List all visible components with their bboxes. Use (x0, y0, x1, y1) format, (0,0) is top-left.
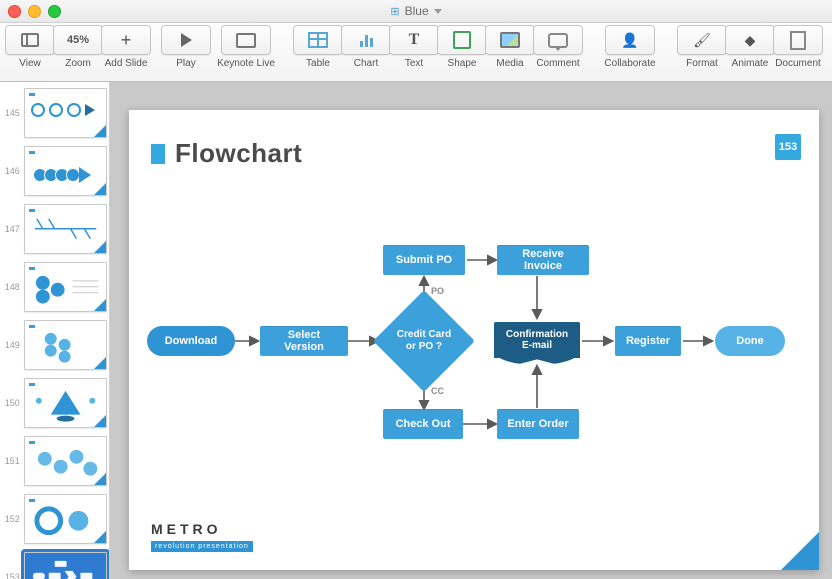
slide-thumb[interactable]: 148 (2, 262, 107, 312)
slide-thumb[interactable]: 150 (2, 378, 107, 428)
slide-thumb[interactable]: 146 (2, 146, 107, 196)
slide-thumb[interactable]: 151 (2, 436, 107, 486)
window-titlebar: ⊞ Blue (0, 0, 832, 23)
node-done[interactable]: Done (715, 326, 785, 356)
slide-thumb[interactable]: 145 (2, 88, 107, 138)
format-inspector-button[interactable]: 🖌 Format (678, 25, 726, 69)
animate-icon: ◆ (745, 32, 756, 49)
table-icon (308, 32, 328, 48)
insert-text-button[interactable]: T Text (390, 25, 438, 69)
brand-footer: METRO revolution presentation (151, 521, 253, 552)
decision-label-cc: CC (431, 386, 444, 396)
toolbar: View 45% Zoom + Add Slide Play Keynote L… (0, 23, 832, 82)
node-submit-po[interactable]: Submit PO (383, 245, 465, 275)
slide[interactable]: Flowchart 153 (129, 110, 819, 570)
chevron-down-icon (434, 9, 442, 14)
node-decision[interactable]: Credit Card or PO ? (388, 305, 460, 377)
node-check-out[interactable]: Check Out (383, 409, 463, 439)
plus-icon: + (121, 31, 132, 49)
format-icon: 🖌 (693, 32, 711, 49)
collaborate-icon: 👤 (621, 32, 638, 49)
view-icon (21, 33, 39, 47)
insert-table-button[interactable]: Table (294, 25, 342, 69)
broadcast-icon (236, 33, 256, 48)
chart-icon (360, 33, 373, 47)
comment-icon (548, 33, 568, 48)
decision-label-po: PO (431, 286, 444, 296)
insert-shape-button[interactable]: Shape (438, 25, 486, 69)
slide-canvas-area[interactable]: Flowchart 153 (110, 82, 832, 579)
slide-navigator[interactable]: 145 146 147 148 149 150 (0, 82, 110, 579)
brand-name: METRO (151, 521, 253, 537)
text-icon: T (409, 31, 420, 49)
shape-icon (453, 31, 471, 49)
slide-thumb[interactable]: 147 (2, 204, 107, 254)
slide-thumb[interactable]: 152 (2, 494, 107, 544)
node-receive-invoice[interactable]: Receive Invoice (497, 245, 589, 275)
slide-thumb[interactable]: 149 (2, 320, 107, 370)
zoom-value: 45% (67, 34, 89, 46)
slide-corner-accent (781, 532, 819, 570)
play-button[interactable]: Play (162, 25, 210, 69)
document-title[interactable]: ⊞ Blue (0, 4, 832, 18)
animate-inspector-button[interactable]: ◆ Animate (726, 25, 774, 69)
keynote-live-button[interactable]: Keynote Live (210, 25, 282, 69)
play-icon (181, 33, 192, 47)
view-button[interactable]: View (6, 25, 54, 69)
insert-chart-button[interactable]: Chart (342, 25, 390, 69)
collaborate-button[interactable]: 👤 Collaborate (594, 25, 666, 69)
add-slide-button[interactable]: + Add Slide (102, 25, 150, 69)
node-download[interactable]: Download (147, 326, 235, 356)
node-confirmation-email[interactable]: Confirmation E-mail (494, 322, 580, 358)
zoom-button[interactable]: 45% Zoom (54, 25, 102, 69)
insert-comment-button[interactable]: Comment (534, 25, 582, 69)
node-register[interactable]: Register (615, 326, 681, 356)
insert-media-button[interactable]: Media (486, 25, 534, 69)
brand-tagline: revolution presentation (151, 541, 253, 552)
node-select-version[interactable]: Select Version (260, 326, 348, 356)
document-inspector-button[interactable]: Document (774, 25, 822, 69)
document-icon (790, 31, 806, 50)
flowchart[interactable]: Download Select Version Credit Card or P… (129, 110, 819, 570)
document-type-icon: ⊞ (390, 5, 399, 18)
media-icon (500, 32, 520, 48)
document-title-text: Blue (405, 4, 429, 18)
node-enter-order[interactable]: Enter Order (497, 409, 579, 439)
